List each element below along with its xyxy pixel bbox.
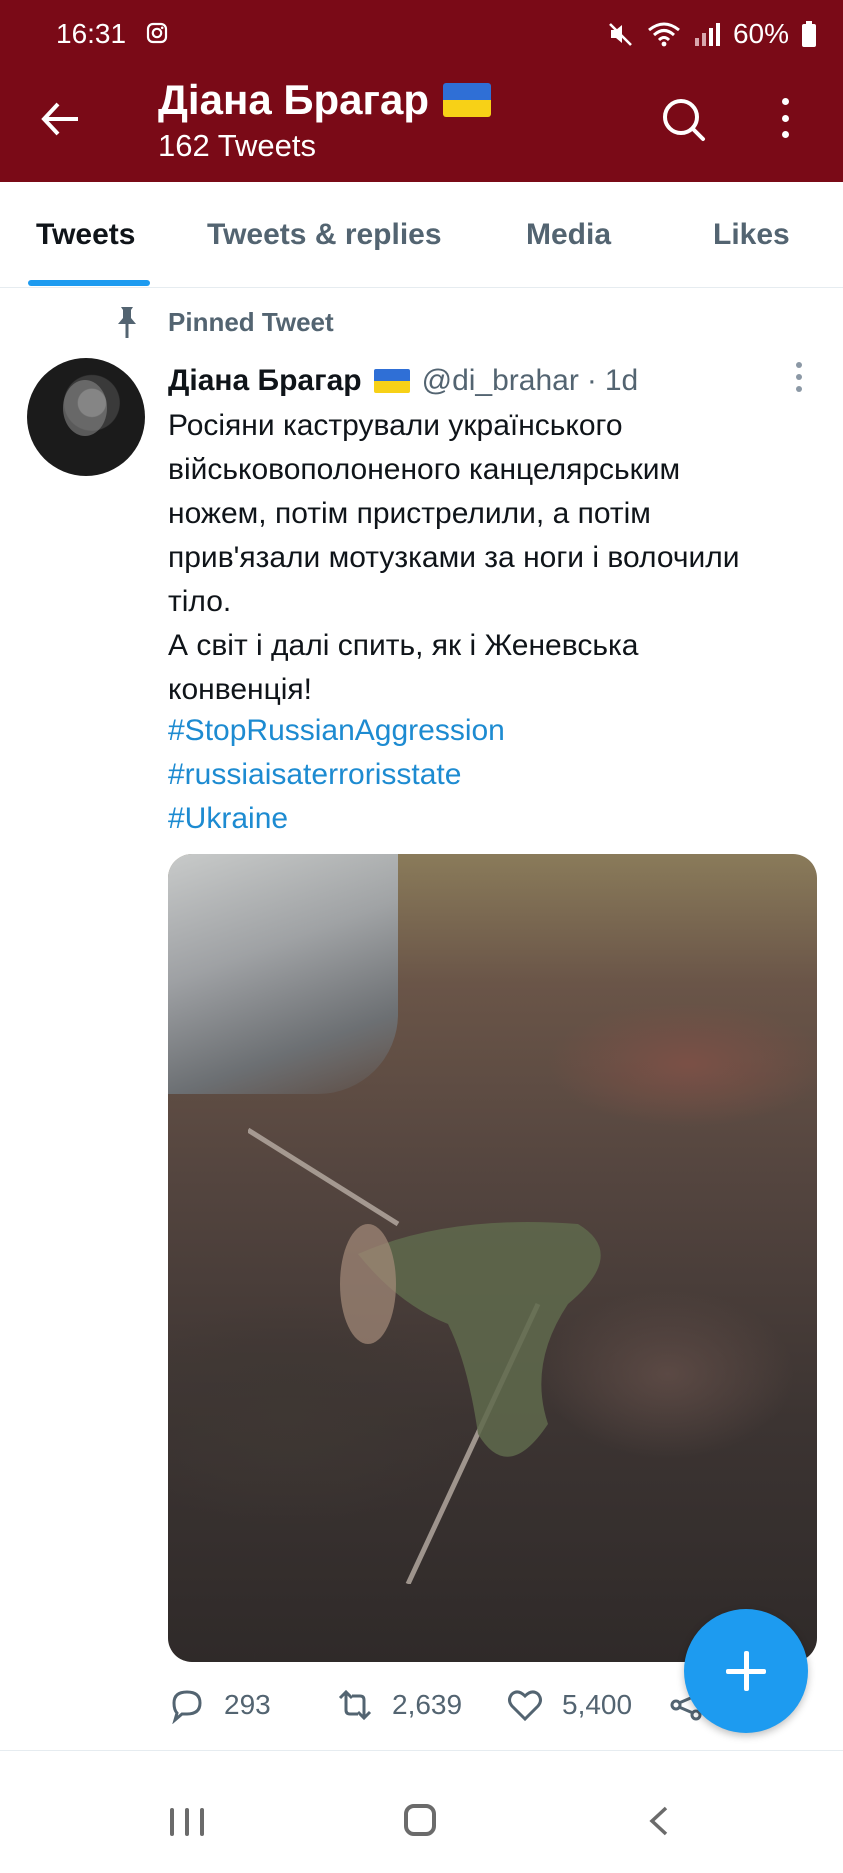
profile-name: Діана Брагар (158, 76, 492, 124)
like-count: 5,400 (562, 1689, 633, 1720)
retweet-count: 2,639 (392, 1689, 463, 1720)
ukraine-flag-icon (373, 369, 410, 393)
tweets-count: 162 Tweets (158, 128, 316, 163)
profile-tabs: Tweets Tweets & replies Media Likes (0, 182, 843, 288)
more-icon[interactable] (770, 94, 800, 142)
hashtags: #StopRussianAggression #russiaisaterrori… (168, 709, 505, 841)
status-indicators: 60% (607, 18, 817, 50)
signal-icon (694, 23, 720, 46)
wifi-icon (648, 22, 680, 47)
tweet-options-icon[interactable] (796, 362, 804, 392)
tweet-text-line: конвенція! (168, 673, 312, 706)
author-handle[interactable]: @di_brahar (422, 364, 579, 398)
author-name[interactable]: Діана Брагар (168, 364, 362, 398)
tab-tweets-replies[interactable]: Tweets & replies (207, 218, 442, 252)
tweet-media[interactable] (168, 854, 817, 1662)
media-figure-shape (248, 1127, 601, 1584)
retweet-button[interactable]: 2,639 (336, 1686, 462, 1724)
ukraine-flag-icon (443, 83, 492, 117)
compose-icon[interactable] (684, 1609, 808, 1733)
tweet-time[interactable]: 1d (605, 364, 638, 398)
separator: · (586, 364, 597, 397)
tweet-text-line: А світ і далі спить, як і Женевська (168, 629, 639, 662)
reply-count: 293 (224, 1689, 271, 1720)
battery-percent: 60% (732, 18, 789, 49)
tab-media[interactable]: Media (526, 218, 611, 252)
hashtag-link[interactable]: #Ukraine (168, 797, 505, 841)
like-button[interactable]: 5,400 (506, 1686, 632, 1724)
tweet-text-line: ножем, потім пристрелили, а потім (168, 497, 651, 530)
profile-name-text: Діана Брагар (158, 76, 430, 123)
pinned-label: Pinned Tweet (168, 307, 334, 337)
divider (0, 1750, 843, 1751)
recent-apps-icon[interactable] (170, 1808, 204, 1836)
tweet-text: Росіяни кастрували українського військов… (168, 404, 828, 712)
status-time: 16:31 (56, 18, 127, 49)
pinned-indicator: Pinned Tweet (112, 305, 334, 339)
retweet-icon (338, 1689, 372, 1721)
mute-icon (609, 23, 632, 46)
reply-icon (172, 1690, 202, 1724)
back-arrow-icon[interactable] (40, 98, 82, 140)
nav-back-icon[interactable] (648, 1806, 670, 1836)
tab-likes[interactable]: Likes (713, 218, 790, 252)
reply-button[interactable]: 293 (168, 1686, 271, 1724)
tweet-text-line: тіло. (168, 585, 232, 618)
profile-header: 16:31 60% Діана Брагар 162 Tweets (0, 0, 843, 182)
hashtag-link[interactable]: #russiaisaterrorisstate (168, 753, 505, 797)
tweet-header: Діана Брагар @di_brahar · 1d (168, 364, 638, 398)
tweet-text-line: Росіяни кастрували українського (168, 409, 623, 442)
media-debris-shape (168, 854, 398, 1094)
tab-tweets[interactable]: Tweets (36, 218, 135, 252)
tweet-text-line: військовополоненого канцелярським (168, 453, 681, 486)
tweet-text-line: прив'язали мотузками за ноги і волочили (168, 541, 740, 574)
hashtag-link[interactable]: #StopRussianAggression (168, 709, 505, 753)
pin-icon (118, 307, 136, 338)
home-icon[interactable] (404, 1804, 436, 1836)
camera-icon (146, 22, 168, 44)
battery-icon (802, 21, 816, 47)
system-nav-bar (0, 1770, 843, 1873)
active-tab-indicator (28, 280, 150, 286)
like-icon (508, 1690, 542, 1722)
search-icon[interactable] (660, 96, 706, 142)
avatar[interactable] (27, 358, 145, 476)
